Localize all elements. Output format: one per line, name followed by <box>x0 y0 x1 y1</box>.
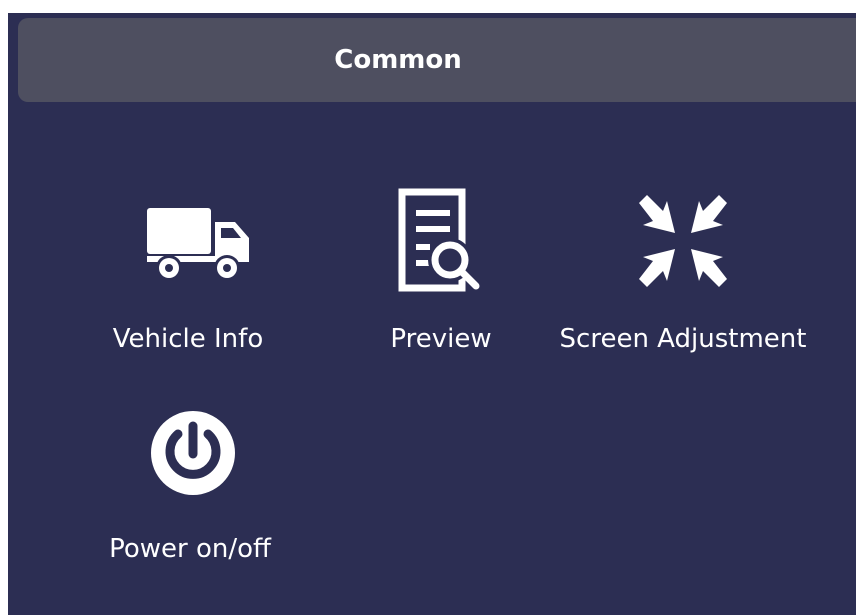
power-button[interactable]: Power on/off <box>109 408 271 568</box>
truck-icon <box>147 208 249 281</box>
preview-button[interactable]: Preview <box>383 188 503 354</box>
document-search-icon <box>398 188 480 292</box>
shrink-arrows-icon <box>639 195 727 287</box>
preview-label: Preview <box>390 324 492 354</box>
power-icon <box>151 411 235 495</box>
common-settings-panel: Common Vehicle Info Preview Screen Adjus… <box>8 13 856 615</box>
screen-adjustment-button[interactable]: Screen Adjustment <box>560 191 806 354</box>
vehicle-info-button[interactable]: Vehicle Info <box>113 198 263 354</box>
vehicle-info-label: Vehicle Info <box>112 324 264 354</box>
power-label: Power on/off <box>109 534 271 564</box>
tab-title: Common <box>334 45 462 75</box>
tab-common[interactable]: Common <box>18 18 856 102</box>
screen-adjustment-label: Screen Adjustment <box>559 324 807 354</box>
